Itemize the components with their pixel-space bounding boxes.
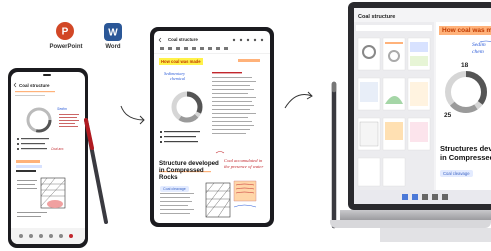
powerpoint-icon[interactable]: P: [56, 22, 74, 40]
svg-text:Sedim: Sedim: [57, 107, 67, 111]
word-icon[interactable]: W: [104, 23, 122, 41]
svg-text:P: P: [62, 27, 69, 38]
svg-text:Coal acc.: Coal acc.: [51, 147, 64, 151]
powerpoint-glyph: P: [62, 27, 69, 38]
tablet-chip: Coal cleavage: [160, 186, 189, 192]
laptop-note-title: Coal structure: [358, 14, 396, 20]
laptop-handwriting: Sedim chem: [472, 42, 486, 55]
arrow-phone-to-tablet: [120, 105, 145, 125]
word-glyph: W: [108, 28, 118, 39]
arrow-tablet-to-laptop: [284, 91, 313, 109]
laptop-number-bottom: 25: [444, 112, 452, 119]
tablet-screen: Sedimentary chemical Coal structure How …: [154, 31, 270, 223]
svg-text:chemical: chemical: [170, 76, 186, 81]
laptop-headline: How coal was ma: [439, 26, 491, 35]
tablet-structure-text: Structure developed in Compressed Rocks: [159, 160, 219, 181]
word-label: Word: [105, 44, 121, 50]
laptop-s-pen: [331, 81, 337, 229]
phone-device: Sedim Coal acc. Coal structure: [8, 68, 88, 248]
phone-screen: Sedim Coal acc. Coal structure: [11, 72, 85, 244]
laptop-structure-line-2: in Compressed: [440, 153, 491, 162]
tablet-handwriting: Coal accumulated in the presence of wate…: [224, 158, 264, 169]
phone-note-title: Coal structure: [19, 83, 50, 88]
phone-note-content: Sedim Coal acc.: [11, 74, 85, 244]
laptop-device: Coal structure How coal was ma Sedim che…: [348, 2, 491, 210]
laptop-number-top: 18: [461, 62, 469, 69]
tablet-device: Sedimentary chemical Coal structure How …: [150, 27, 274, 227]
laptop-structure-text: Structures deve in Compressed: [440, 144, 491, 162]
phone-s-pen: [84, 118, 108, 224]
powerpoint-label: PowerPoint: [49, 44, 83, 50]
laptop-foot: [380, 228, 491, 242]
laptop-hinge: [340, 210, 491, 220]
laptop-screen: Coal structure How coal was ma Sedim che…: [354, 8, 491, 204]
laptop-base: [330, 220, 491, 228]
tablet-headline: How coal was made: [159, 58, 203, 65]
laptop-structure-line-1: Structures deve: [440, 144, 491, 153]
laptop-chip: Coal cleavage: [440, 170, 473, 177]
tablet-note-title: Coal structure: [168, 37, 198, 42]
svg-text:W: W: [108, 28, 118, 39]
